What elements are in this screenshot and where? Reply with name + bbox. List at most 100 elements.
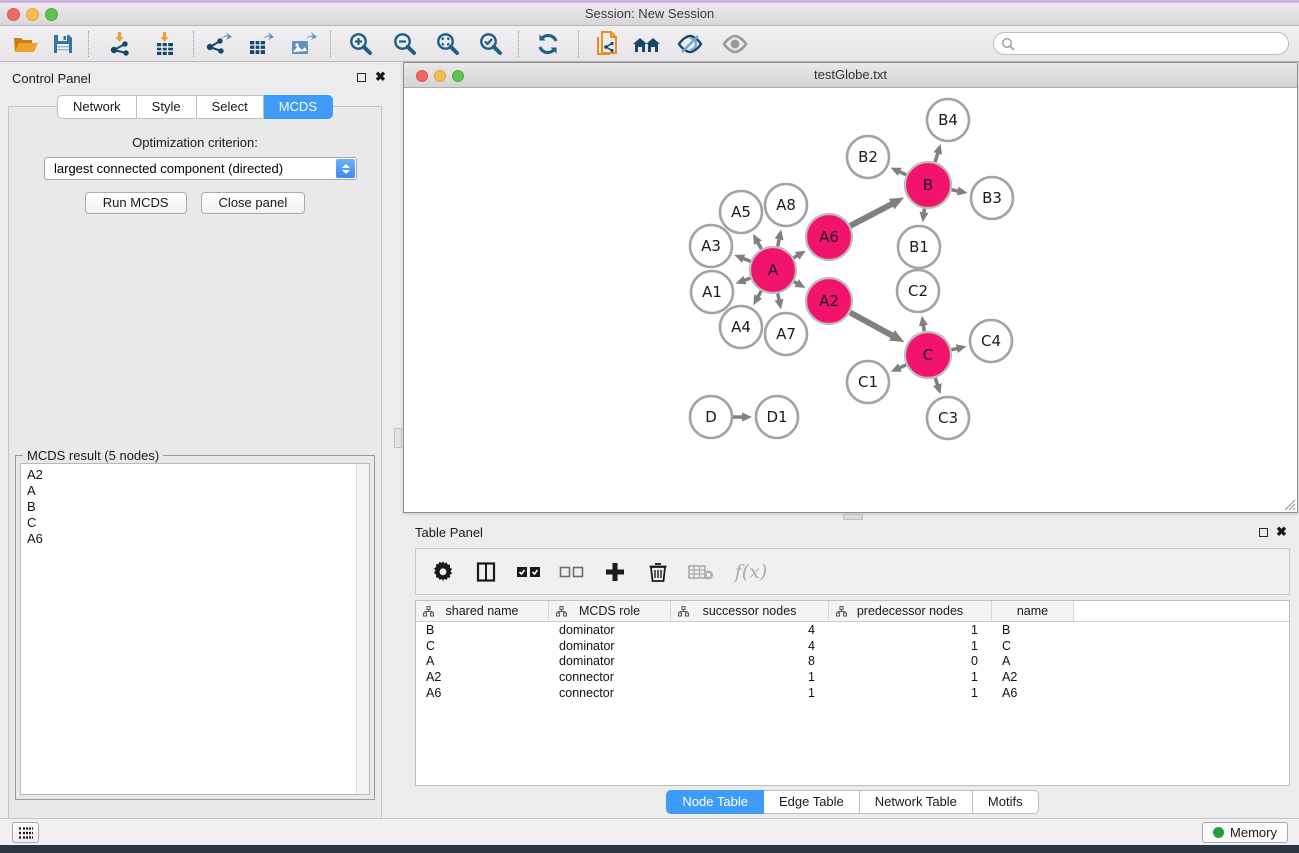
zoom-selected-button[interactable]: [474, 28, 508, 59]
delete-table-button[interactable]: [688, 559, 714, 585]
zoom-out-button[interactable]: [388, 28, 422, 59]
float-panel-icon[interactable]: [357, 73, 366, 82]
table-cell[interactable]: B: [992, 623, 1074, 637]
table-cell[interactable]: A: [992, 654, 1074, 668]
tab-network-table[interactable]: Network Table: [860, 790, 973, 814]
graph-node-A7[interactable]: A7: [765, 313, 807, 355]
table-cell[interactable]: 1: [829, 686, 992, 700]
home-networks-button[interactable]: [630, 28, 664, 59]
network-window-titlebar[interactable]: testGlobe.txt: [404, 63, 1297, 88]
graph-edge-A2-C[interactable]: [850, 312, 893, 335]
table-cell[interactable]: 4: [671, 623, 829, 637]
run-mcds-button[interactable]: Run MCDS: [85, 192, 187, 214]
graph-node-A6[interactable]: A6: [806, 214, 852, 260]
export-network-button[interactable]: [201, 28, 235, 59]
select-all-button[interactable]: [516, 559, 542, 585]
graph-edge-A-A7[interactable]: [778, 294, 779, 301]
show-column-button[interactable]: [473, 559, 499, 585]
close-panel-button[interactable]: Close panel: [201, 192, 306, 214]
hide-selected-button[interactable]: [673, 28, 707, 59]
table-options-button[interactable]: [430, 559, 456, 585]
graph-node-A2[interactable]: A2: [806, 278, 852, 324]
tab-style[interactable]: Style: [137, 95, 197, 119]
zoom-fit-button[interactable]: [431, 28, 465, 59]
table-row[interactable]: Bdominator41B: [416, 622, 1289, 638]
mcds-result-item[interactable]: A2: [21, 467, 369, 483]
resize-grip-icon[interactable]: [1281, 496, 1296, 511]
show-all-button[interactable]: [718, 28, 752, 59]
graph-node-B4[interactable]: B4: [927, 99, 969, 141]
list-scrollbar[interactable]: [356, 464, 369, 794]
mcds-result-item[interactable]: A6: [21, 531, 369, 547]
graph-node-A8[interactable]: A8: [765, 184, 807, 226]
table-cell[interactable]: 4: [671, 639, 829, 653]
mcds-result-list[interactable]: A2ABCA6: [20, 463, 370, 795]
tab-edge-table[interactable]: Edge Table: [764, 790, 860, 814]
mcds-result-item[interactable]: A: [21, 483, 369, 499]
graph-node-A1[interactable]: A1: [691, 271, 733, 313]
search-input[interactable]: [1015, 35, 1288, 53]
table-cell[interactable]: dominator: [549, 654, 671, 668]
table-cell[interactable]: A2: [992, 670, 1074, 684]
column-header-MCDS-role[interactable]: MCDS role: [549, 601, 671, 621]
horizontal-split-handle[interactable]: [843, 514, 863, 520]
graph-edge-A-A3[interactable]: [743, 258, 751, 261]
graph-node-C2[interactable]: C2: [897, 270, 939, 312]
table-cell[interactable]: 1: [829, 623, 992, 637]
column-header-name[interactable]: name: [992, 601, 1074, 621]
graph-node-D1[interactable]: D1: [756, 396, 798, 438]
column-header-successor-nodes[interactable]: successor nodes: [671, 601, 829, 621]
graph-edge-A-A1[interactable]: [744, 278, 750, 280]
table-close-panel-icon[interactable]: ✖: [1276, 524, 1287, 540]
graph-edge-A-A5[interactable]: [757, 242, 761, 249]
graph-node-B[interactable]: B: [905, 162, 951, 208]
apply-function-button[interactable]: f(x): [731, 559, 771, 585]
graph-edge-B-B2[interactable]: [899, 171, 906, 174]
table-cell[interactable]: A: [416, 654, 549, 668]
graph-node-C4[interactable]: C4: [970, 320, 1012, 362]
graph-node-B1[interactable]: B1: [898, 226, 940, 268]
deselect-all-button[interactable]: [559, 559, 585, 585]
graph-node-C[interactable]: C: [905, 332, 951, 378]
table-cell[interactable]: connector: [549, 686, 671, 700]
table-cell[interactable]: 1: [671, 686, 829, 700]
table-cell[interactable]: A2: [416, 670, 549, 684]
table-cell[interactable]: B: [416, 623, 549, 637]
tab-select[interactable]: Select: [197, 95, 264, 119]
optimization-criterion-select[interactable]: largest connected component (directed): [44, 157, 357, 180]
column-header-shared-name[interactable]: shared name: [416, 601, 549, 621]
tab-mcds[interactable]: MCDS: [264, 95, 333, 119]
graph-node-A5[interactable]: A5: [720, 191, 762, 233]
import-network-button[interactable]: [103, 28, 137, 59]
table-cell[interactable]: A6: [416, 686, 549, 700]
table-cell[interactable]: 8: [671, 654, 829, 668]
delete-column-button[interactable]: [645, 559, 671, 585]
export-image-button[interactable]: [286, 28, 320, 59]
table-cell[interactable]: 1: [671, 670, 829, 684]
open-file-button[interactable]: [8, 28, 42, 59]
table-cell[interactable]: 1: [829, 670, 992, 684]
vertical-split-handle[interactable]: [394, 428, 402, 448]
table-row[interactable]: A6connector11A6: [416, 685, 1289, 701]
tab-node-table[interactable]: Node Table: [666, 790, 764, 814]
refresh-button[interactable]: [531, 28, 565, 59]
graph-edge-A-A4[interactable]: [758, 291, 762, 297]
table-float-panel-icon[interactable]: [1259, 528, 1268, 537]
graph-edge-C-C3[interactable]: [935, 378, 937, 386]
graph-node-A3[interactable]: A3: [690, 225, 732, 267]
table-cell[interactable]: 0: [829, 654, 992, 668]
graph-edge-C-C1[interactable]: [899, 365, 906, 368]
mcds-result-item[interactable]: C: [21, 515, 369, 531]
tab-network[interactable]: Network: [57, 95, 137, 119]
table-cell[interactable]: C: [992, 639, 1074, 653]
table-cell[interactable]: C: [416, 639, 549, 653]
memory-button[interactable]: Memory: [1202, 822, 1288, 843]
add-column-button[interactable]: [602, 559, 628, 585]
graph-node-A4[interactable]: A4: [720, 306, 762, 348]
graph-node-D[interactable]: D: [690, 396, 732, 438]
graph-node-A[interactable]: A: [750, 247, 796, 293]
mcds-result-item[interactable]: B: [21, 499, 369, 515]
column-header-predecessor-nodes[interactable]: predecessor nodes: [829, 601, 992, 621]
graph-edge-A-A8[interactable]: [778, 238, 780, 246]
table-row[interactable]: A2connector11A2: [416, 669, 1289, 685]
